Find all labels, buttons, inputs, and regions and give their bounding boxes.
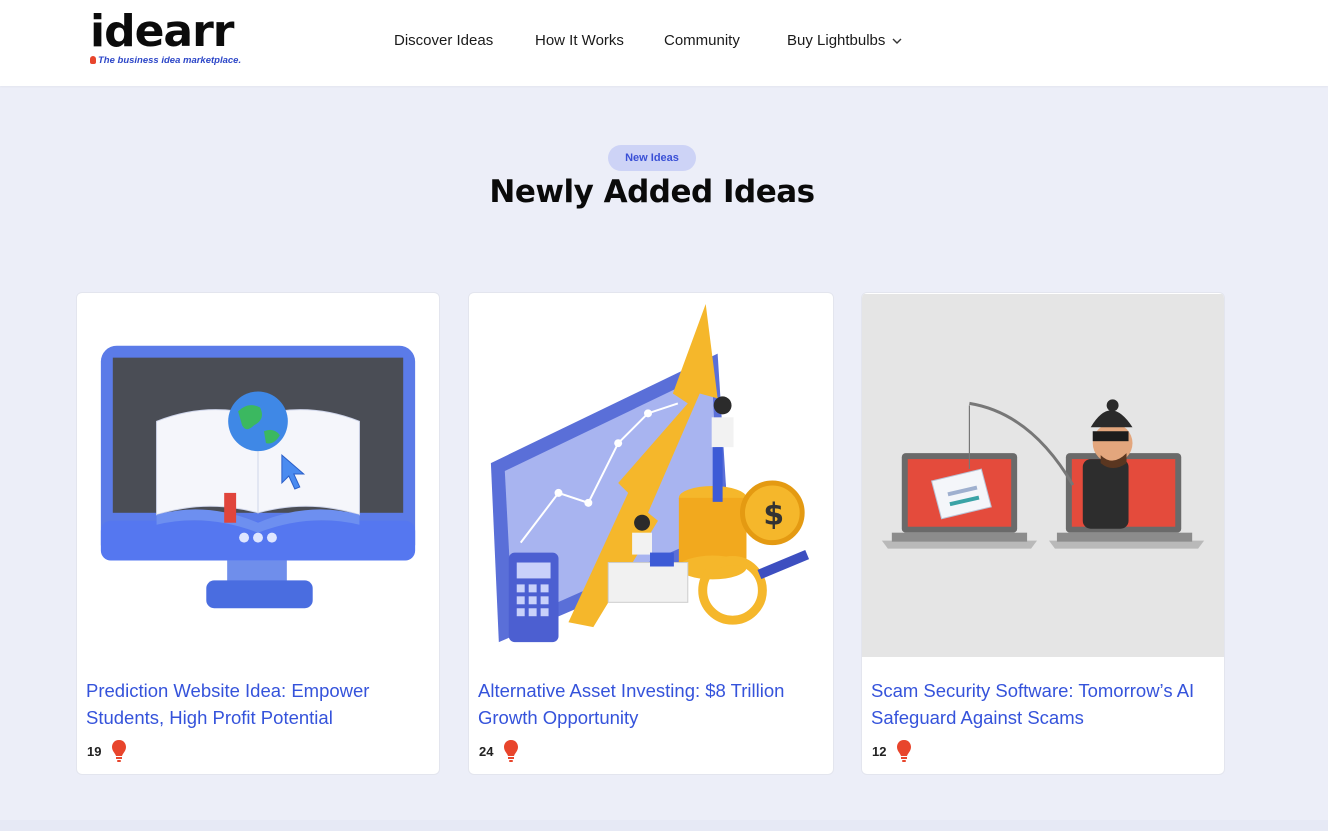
- idea-card-votes: 19: [87, 739, 127, 763]
- idea-card-title[interactable]: Prediction Website Idea: Empower Student…: [86, 677, 416, 731]
- idea-card-votes: 12: [872, 739, 912, 763]
- vote-count: 24: [479, 743, 494, 759]
- lightbulb-icon: [90, 56, 96, 64]
- nav-buy-lightbulbs[interactable]: Buy Lightbulbs: [787, 32, 903, 50]
- idea-card-image: [862, 293, 1224, 658]
- idea-card-title[interactable]: Scam Security Software: Tomorrow’s AI Sa…: [871, 677, 1201, 731]
- nav-how-it-works[interactable]: How It Works: [535, 32, 624, 50]
- svg-text:$: $: [763, 498, 784, 533]
- nav-buy-lightbulbs-label: Buy Lightbulbs: [787, 32, 886, 49]
- section-divider: [0, 820, 1328, 831]
- vote-count: 12: [872, 743, 887, 759]
- idea-card[interactable]: Prediction Website Idea: Empower Student…: [76, 292, 440, 775]
- phishing-scam-illustration: [862, 294, 1224, 657]
- idea-card-votes: 24: [479, 739, 519, 763]
- lightbulb-icon[interactable]: [896, 739, 912, 763]
- tagline-text: The business idea marketplace.: [98, 55, 242, 66]
- lightbulb-icon[interactable]: [503, 739, 519, 763]
- vote-count: 19: [87, 743, 102, 759]
- nav-discover-ideas[interactable]: Discover Ideas: [394, 32, 493, 50]
- logo[interactable]: idearr The business idea marketplace.: [90, 10, 250, 70]
- logo-tagline: The business idea marketplace.: [90, 55, 241, 66]
- site-header: idearr The business idea marketplace. Di…: [0, 0, 1328, 86]
- section-title: Newly Added Ideas: [489, 174, 815, 210]
- logo-wordmark: idearr: [90, 6, 235, 57]
- idea-card[interactable]: Scam Security Software: Tomorrow’s AI Sa…: [861, 292, 1225, 775]
- chevron-down-icon: [892, 38, 902, 44]
- idea-card[interactable]: $ Alternative Asset Investing: $8 Trilli…: [468, 292, 834, 775]
- idea-card-title[interactable]: Alternative Asset Investing: $8 Trillion…: [478, 677, 808, 731]
- nav-community[interactable]: Community: [664, 32, 740, 50]
- idea-card-image: [77, 293, 439, 658]
- section-badge: New Ideas: [608, 145, 696, 171]
- investment-growth-illustration: $: [469, 293, 833, 658]
- lightbulb-icon[interactable]: [111, 739, 127, 763]
- idea-card-image: $: [469, 293, 833, 658]
- education-monitor-illustration: [77, 294, 439, 657]
